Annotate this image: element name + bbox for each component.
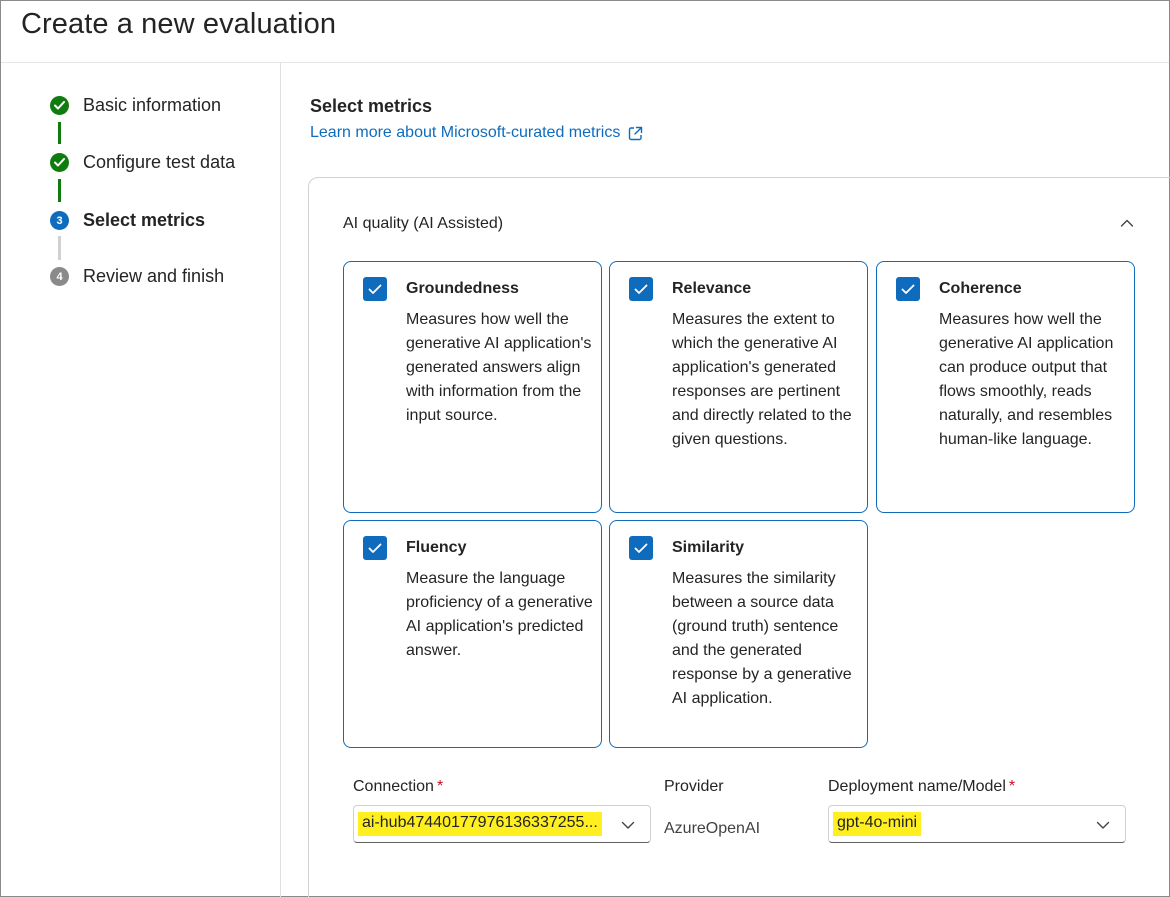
chevron-down-icon [621, 821, 635, 829]
step-label: Basic information [83, 95, 222, 115]
step-configure-test-data[interactable]: Configure test data [50, 152, 235, 173]
required-marker: * [436, 778, 444, 795]
checkmark-icon [50, 153, 69, 172]
metric-checkbox[interactable] [629, 277, 653, 301]
metric-name: Similarity [672, 539, 745, 556]
metric-card-fluency[interactable]: Fluency Measure the language proficiency… [343, 520, 602, 748]
step-select-metrics[interactable]: 3 Select metrics [50, 210, 205, 231]
metric-checkbox[interactable] [363, 277, 387, 301]
connection-value: ai-hub47440177976136337255... [358, 812, 602, 836]
metric-description: Measures how well the generative AI appl… [939, 311, 1114, 448]
provider-label: Provider [664, 778, 724, 795]
metric-name: Groundedness [406, 280, 519, 297]
metric-card-groundedness[interactable]: Groundedness Measures how well the gener… [343, 261, 602, 513]
connection-label: Connection * [353, 778, 443, 796]
step-connector-1 [58, 122, 61, 144]
step-number-badge: 3 [50, 211, 69, 230]
metric-card-coherence[interactable]: Coherence Measures how well the generati… [876, 261, 1135, 513]
step-number-badge: 4 [50, 267, 69, 286]
metric-description: Measures the extent to which the generat… [672, 311, 852, 448]
checkmark-icon [50, 96, 69, 115]
section-title: Select metrics [310, 96, 433, 116]
required-marker: * [1008, 778, 1016, 795]
checkmark-icon [368, 284, 382, 294]
checkmark-icon [634, 543, 648, 553]
chevron-up-icon [1120, 219, 1134, 227]
metric-description: Measures the similarity between a source… [672, 570, 852, 707]
metric-card-relevance[interactable]: Relevance Measures the extent to which t… [609, 261, 868, 513]
chevron-down-icon [1096, 821, 1110, 829]
connection-dropdown[interactable]: ai-hub47440177976136337255... [353, 805, 651, 843]
panel-heading: AI quality (AI Assisted) [343, 215, 504, 232]
checkmark-icon [901, 284, 915, 294]
metric-name: Relevance [672, 280, 752, 297]
step-basic-information[interactable]: Basic information [50, 95, 221, 116]
provider-value: AzureOpenAI [664, 820, 761, 837]
step-label: Select metrics [83, 210, 206, 230]
learn-more-link-text: Learn more about Microsoft-curated metri… [310, 124, 621, 141]
metric-checkbox[interactable] [363, 536, 387, 560]
checkmark-icon [634, 284, 648, 294]
metric-checkbox[interactable] [629, 536, 653, 560]
checkmark-icon [368, 543, 382, 553]
metric-name: Fluency [406, 539, 467, 556]
metric-checkbox[interactable] [896, 277, 920, 301]
step-label: Review and finish [83, 266, 225, 286]
metric-name: Coherence [939, 280, 1022, 297]
deployment-label: Deployment name/Model * [828, 778, 1015, 796]
step-connector-2 [58, 179, 61, 202]
step-review-and-finish[interactable]: 4 Review and finish [50, 266, 224, 287]
step-connector-3 [58, 236, 61, 260]
deployment-label-text: Deployment name/Model [828, 778, 1006, 795]
step-label: Configure test data [83, 152, 236, 172]
deployment-dropdown[interactable]: gpt-4o-mini [828, 805, 1126, 843]
external-link-icon [629, 126, 643, 140]
metric-description: Measures how well the generative AI appl… [406, 311, 592, 424]
page-title: Create a new evaluation [21, 8, 337, 40]
metric-description: Measure the language proficiency of a ge… [406, 570, 593, 659]
deployment-value: gpt-4o-mini [833, 812, 922, 836]
wizard-stepper: Basic information Configure test data 3 … [0, 63, 281, 897]
collapse-button[interactable] [1116, 212, 1138, 234]
metric-card-similarity[interactable]: Similarity Measures the similarity betwe… [609, 520, 868, 748]
learn-more-link[interactable]: Learn more about Microsoft-curated metri… [310, 124, 643, 142]
connection-label-text: Connection [353, 778, 434, 795]
